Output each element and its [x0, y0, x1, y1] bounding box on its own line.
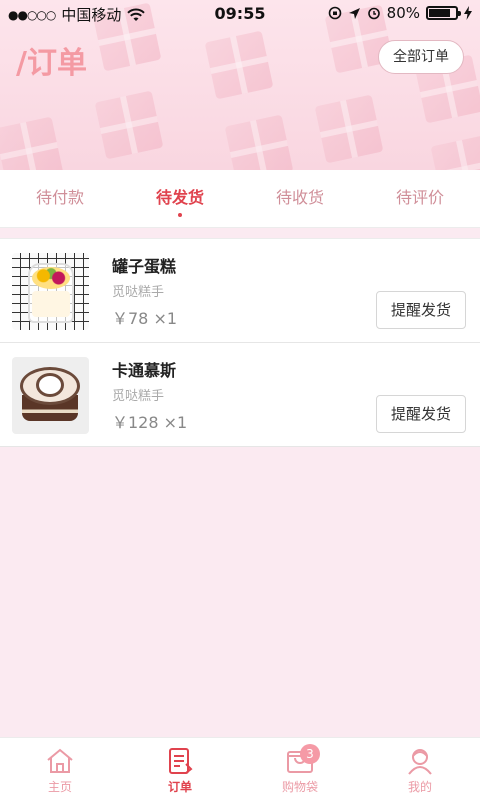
all-orders-button[interactable]: 全部订单 — [378, 40, 464, 74]
tab-pending-payment[interactable]: 待付款 — [0, 170, 120, 227]
shop-name: 觅哒糕手 — [112, 285, 165, 300]
cart-count-badge: 3 — [300, 744, 320, 764]
orientation-lock-icon — [328, 6, 341, 20]
nav-profile[interactable]: 我的 — [360, 738, 480, 800]
list-item[interactable]: 卡通慕斯 觅哒糕手 ￥128 ×1 提醒发货 — [0, 343, 480, 447]
nav-home-label: 主页 — [47, 780, 72, 794]
page-title: /订单 — [16, 46, 87, 81]
status-bar: ●●○○○ 中国移动 09:55 80% — [0, 0, 480, 26]
battery-icon — [426, 6, 461, 20]
nav-shopping-bag-label: 购物袋 — [281, 780, 318, 794]
nav-orders-label: 订单 — [167, 780, 192, 794]
nav-profile-label: 我的 — [407, 780, 432, 794]
order-list: 罐子蛋糕 觅哒糕手 ￥78 ×1 提醒发货 卡通慕斯 觅哒糕手 ￥128 ×1 … — [0, 238, 480, 447]
shop-name: 觅哒糕手 — [112, 389, 165, 404]
product-image-cartoon-mousse[interactable] — [12, 357, 89, 434]
home-icon — [47, 748, 73, 773]
nav-shopping-bag[interactable]: 购物袋 — [240, 738, 360, 800]
nav-home[interactable]: 主页 — [0, 738, 120, 800]
remind-shipment-button[interactable]: 提醒发货 — [376, 395, 466, 433]
tab-pending-review[interactable]: 待评价 — [360, 170, 480, 227]
list-item[interactable]: 罐子蛋糕 觅哒糕手 ￥78 ×1 提醒发货 — [0, 239, 480, 343]
tab-pending-shipment[interactable]: 待发货 — [120, 170, 240, 227]
alarm-icon — [367, 7, 380, 20]
bottom-navigation: 主页 订单 购物袋 我的 3 — [0, 737, 480, 800]
profile-icon — [408, 749, 432, 775]
orders-icon — [169, 748, 193, 774]
price-quantity: ￥78 ×1 — [112, 309, 178, 328]
battery-percentage: 80% — [386, 4, 420, 22]
product-name: 罐子蛋糕 — [112, 257, 177, 276]
nav-orders[interactable]: 订单 — [120, 738, 240, 800]
product-image-jar-cake[interactable] — [12, 253, 89, 330]
order-status-tabs: 待付款 待发货 待收货 待评价 — [0, 170, 480, 228]
location-arrow-icon — [348, 7, 360, 19]
remind-shipment-button[interactable]: 提醒发货 — [376, 291, 466, 329]
price-quantity: ￥128 ×1 — [112, 413, 188, 432]
charging-bolt-icon — [464, 6, 472, 20]
product-name: 卡通慕斯 — [112, 361, 177, 380]
tab-pending-receipt[interactable]: 待收货 — [240, 170, 360, 227]
